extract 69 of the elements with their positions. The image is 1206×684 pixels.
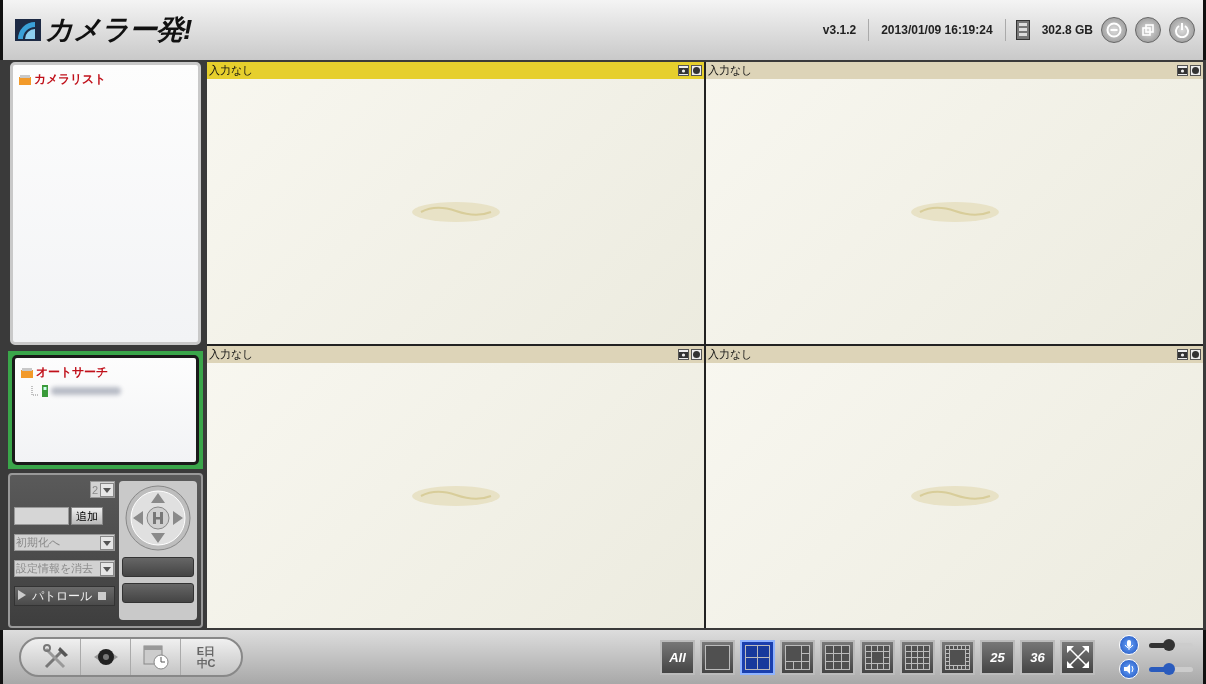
layout-grid-button[interactable]	[940, 639, 975, 675]
layout-grid-button[interactable]	[900, 639, 935, 675]
tools-icon	[41, 643, 70, 671]
app-title: カメラー発!	[45, 13, 192, 47]
slider-thumb[interactable]	[1162, 638, 1175, 651]
volume-slider[interactable]	[1149, 642, 1193, 648]
faint-logo-icon	[909, 484, 1000, 507]
tile-status: 入力なし	[209, 63, 254, 78]
video-tile[interactable]: 入力なし	[207, 62, 704, 344]
patrol-button[interactable]: パトロール	[29, 587, 95, 605]
snapshot-icon	[679, 67, 688, 74]
volume-slider[interactable]	[1149, 666, 1193, 672]
microphone-button[interactable]	[1119, 635, 1139, 655]
snapshot-icon	[1178, 351, 1187, 358]
snapshot-icon	[679, 351, 688, 358]
folder-icon	[19, 74, 31, 85]
microphone-icon	[1123, 639, 1135, 651]
tile-status: 入力なし	[708, 63, 753, 78]
layout-button[interactable]: 25	[980, 639, 1015, 675]
restore-icon	[1140, 22, 1156, 38]
minimize-icon	[1106, 22, 1122, 38]
record-icon	[693, 351, 700, 358]
play-icon	[18, 590, 26, 600]
faint-logo-icon	[410, 484, 501, 507]
add-button[interactable]: 追加	[71, 507, 103, 525]
layout-button[interactable]: 36	[1020, 639, 1055, 675]
auto-search-title[interactable]: オートサーチ	[36, 364, 108, 381]
snapshot-icon	[1178, 67, 1187, 74]
storage-size: 302.8 GB	[1041, 23, 1093, 37]
layout-grid-button[interactable]	[700, 639, 735, 675]
record-icon	[693, 67, 700, 74]
storage-icon	[1015, 20, 1030, 40]
layout-grid-button[interactable]	[780, 639, 815, 675]
speaker-button[interactable]	[1119, 659, 1139, 679]
tile-status: 入力なし	[209, 347, 254, 362]
calendar-clock-icon	[141, 643, 170, 671]
record-icon	[1192, 67, 1199, 74]
video-tile[interactable]: 入力なし	[706, 62, 1203, 344]
record-icon	[1192, 351, 1199, 358]
power-button[interactable]	[1169, 17, 1195, 43]
language-text: 中C	[196, 657, 216, 669]
layout-button[interactable]: All	[660, 639, 695, 675]
restore-button[interactable]	[1135, 17, 1161, 43]
folder-icon	[21, 367, 33, 378]
minimize-button[interactable]	[1101, 17, 1127, 43]
layout-grid-button[interactable]	[820, 639, 855, 675]
power-icon	[1174, 22, 1190, 38]
speaker-icon	[1123, 663, 1135, 675]
tile-status: 入力なし	[708, 347, 753, 362]
version-text: v3.1.2	[822, 23, 857, 37]
camera-device-icon	[42, 385, 48, 397]
slider-thumb[interactable]	[1162, 662, 1175, 675]
video-tile[interactable]: 入力なし	[207, 346, 704, 628]
signal-logo-icon	[15, 19, 41, 41]
language-text: E日	[196, 645, 216, 657]
preset-input[interactable]	[14, 507, 69, 525]
date-time: 2013/01/09 16:19:24	[881, 23, 993, 37]
expand-arrows-icon	[1065, 645, 1090, 669]
video-tile[interactable]: 入力なし	[706, 346, 1203, 628]
faint-logo-icon	[410, 200, 501, 223]
language-button[interactable]: E日 中C	[181, 639, 231, 675]
camera-list-title[interactable]: カメラリスト	[34, 71, 106, 88]
tree-line-icon	[31, 386, 39, 396]
layout-grid-button[interactable]	[740, 639, 775, 675]
faint-logo-icon	[909, 200, 1000, 223]
layout-grid-button[interactable]	[860, 639, 895, 675]
stop-icon	[98, 592, 106, 600]
direction-pad[interactable]	[125, 485, 191, 551]
fullscreen-button[interactable]	[1060, 639, 1095, 675]
